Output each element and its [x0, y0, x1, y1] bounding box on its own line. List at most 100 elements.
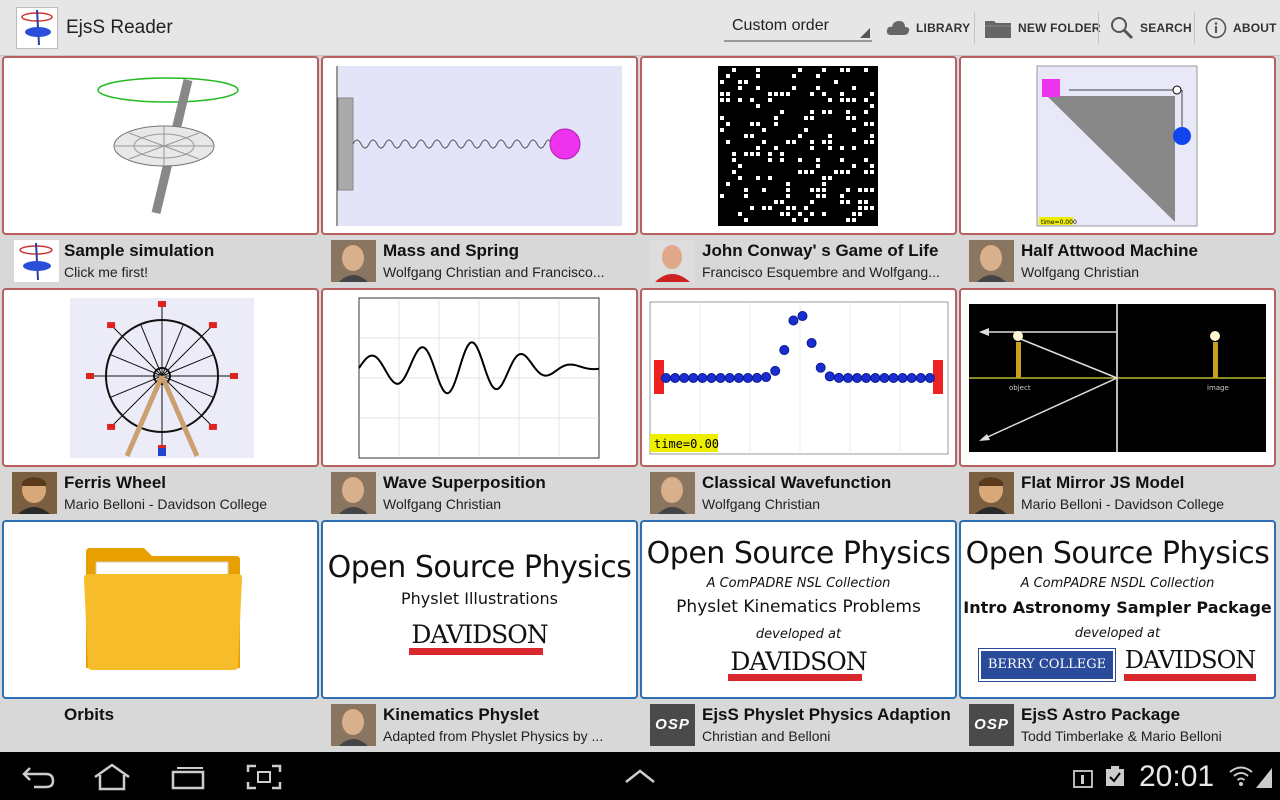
about-button[interactable]: ABOUT	[1205, 10, 1277, 46]
notification-icon[interactable]	[1072, 767, 1094, 789]
simulation-thumbnail[interactable]: time=0.00	[640, 288, 957, 467]
clipboard-check-icon[interactable]	[1104, 764, 1126, 788]
list-item[interactable]: John Conway' s Game of Life Francisco Es…	[640, 237, 957, 285]
list-item[interactable]: Kinematics Physlet Adapted from Physlet …	[321, 701, 638, 749]
osp-subtitle: Physlet Illustrations	[401, 589, 558, 608]
separator	[1194, 12, 1195, 44]
osp-collection-line: A ComPADRE NSL Collection	[706, 576, 891, 591]
davidson-logo-bar	[409, 648, 543, 655]
ejss-icon	[14, 240, 59, 282]
avatar	[331, 240, 376, 282]
simulation-thumbnail[interactable]	[321, 288, 638, 467]
simulation-thumbnail[interactable]	[2, 288, 319, 467]
library-button[interactable]: LIBRARY	[886, 10, 970, 46]
folder-icon	[985, 21, 1011, 38]
attwood-machine-thumbnail: time=0.000	[1036, 65, 1198, 227]
collection-thumbnail[interactable]: Open Source Physics A ComPADRE NSL Colle…	[640, 520, 957, 699]
simulation-thumbnail[interactable]: object image	[959, 288, 1276, 467]
list-item[interactable]: Classical Wavefunction Wolfgang Christia…	[640, 469, 957, 517]
new-folder-button[interactable]: NEW FOLDER	[984, 10, 1101, 46]
collection-thumbnail[interactable]: Open Source Physics Physlet Illustration…	[321, 520, 638, 699]
avatar	[650, 472, 695, 514]
clock: 20:01	[1139, 760, 1215, 793]
item-subtitle: Wolfgang Christian	[1021, 264, 1140, 280]
wifi-icon	[1229, 766, 1253, 786]
list-item[interactable]: OSP EjsS Astro Package Todd Timberlake &…	[959, 701, 1276, 749]
sort-order-select[interactable]: Custom order	[724, 14, 872, 42]
item-title: Kinematics Physlet	[383, 705, 539, 724]
collection-thumbnail[interactable]: Open Source Physics A ComPADRE NSDL Coll…	[959, 520, 1276, 699]
avatar	[12, 472, 57, 514]
sort-order-value: Custom order	[732, 17, 829, 34]
osp-collection-line: A ComPADRE NSDL Collection	[1020, 576, 1215, 591]
avatar	[331, 704, 376, 746]
item-subtitle: Adapted from Physlet Physics by ...	[383, 728, 604, 744]
osp-subtitle: Intro Astronomy Sampler Package	[963, 598, 1272, 617]
item-subtitle: Mario Belloni - Davidson College	[1021, 496, 1225, 512]
item-title: Wave Superposition	[383, 473, 546, 492]
davidson-logo-bar	[728, 674, 862, 681]
system-bar: 20:01	[0, 752, 1280, 800]
item-subtitle: Todd Timberlake & Mario Belloni	[1021, 728, 1222, 744]
app-icon[interactable]	[16, 7, 58, 49]
avatar	[969, 240, 1014, 282]
time-label: time=0.00	[654, 437, 719, 451]
list-item[interactable]: OSP EjsS Physlet Physics Adaption Christ…	[640, 701, 957, 749]
avatar	[331, 472, 376, 514]
item-subtitle: Wolfgang Christian	[383, 496, 502, 512]
new-folder-label: NEW FOLDER	[1018, 21, 1101, 35]
folder-thumbnail[interactable]	[2, 520, 319, 699]
recent-apps-icon[interactable]	[170, 764, 206, 790]
item-title: Half Attwood Machine	[1021, 241, 1198, 260]
back-icon[interactable]	[20, 764, 56, 790]
simulation-thumbnail[interactable]: time=0.000	[959, 56, 1276, 235]
list-item[interactable]: Orbits	[2, 701, 319, 749]
library-label: LIBRARY	[916, 21, 971, 35]
davidson-logo: DAVIDSON	[1124, 646, 1257, 674]
list-item[interactable]: Wave Superposition Wolfgang Christian	[321, 469, 638, 517]
item-title: EjsS Physlet Physics Adaption	[702, 705, 951, 724]
flat-mirror-thumbnail: object image	[969, 304, 1266, 452]
list-item[interactable]: Flat Mirror JS Model Mario Belloni - Dav…	[959, 469, 1276, 517]
item-title: John Conway' s Game of Life	[702, 241, 939, 260]
item-title: Ferris Wheel	[64, 473, 167, 492]
simulation-thumbnail[interactable]	[640, 56, 957, 235]
item-subtitle: Click me first!	[64, 264, 148, 280]
osp-title: Open Source Physics	[327, 550, 632, 585]
item-subtitle: Francisco Esquembre and Wolfgang...	[702, 264, 940, 280]
item-title: Mass and Spring	[383, 241, 520, 260]
osp-subtitle: Physlet Kinematics Problems	[676, 597, 921, 617]
folder-icon	[84, 548, 242, 670]
search-label: SEARCH	[1140, 21, 1192, 35]
classical-wavefunction-thumbnail: time=0.00	[649, 301, 949, 455]
davidson-logo-bar	[1124, 674, 1256, 681]
simulation-thumbnail[interactable]	[321, 56, 638, 235]
app-title: EjsS Reader	[66, 17, 173, 38]
search-button[interactable]: SEARCH	[1110, 10, 1192, 46]
davidson-logo: DAVIDSON	[730, 647, 867, 676]
wave-superposition-thumbnail	[358, 297, 600, 459]
separator	[1098, 12, 1099, 44]
screenshot-icon[interactable]	[246, 764, 282, 790]
list-item[interactable]: Half Attwood Machine Wolfgang Christian	[959, 237, 1276, 285]
spinning-top-thumbnail	[97, 77, 239, 215]
chevron-up-icon[interactable]	[624, 768, 656, 784]
ferris-wheel-thumbnail	[70, 298, 254, 458]
item-title: Orbits	[64, 705, 115, 724]
osp-developed-at: developed at	[755, 627, 842, 642]
mass-spring-thumbnail	[336, 66, 622, 226]
list-item[interactable]: Sample simulation Click me first!	[2, 237, 319, 285]
item-title: Flat Mirror JS Model	[1021, 473, 1185, 492]
list-item[interactable]: Ferris Wheel Mario Belloni - Davidson Co…	[2, 469, 319, 517]
simulation-thumbnail[interactable]	[2, 56, 319, 235]
home-icon[interactable]	[92, 763, 132, 791]
time-label: time=0.000	[1041, 219, 1077, 226]
list-item[interactable]: Mass and Spring Wolfgang Christian and F…	[321, 237, 638, 285]
item-subtitle: Wolfgang Christian	[702, 496, 821, 512]
avatar	[650, 240, 695, 282]
separator	[974, 12, 975, 44]
cloud-icon	[886, 21, 910, 35]
game-of-life-thumbnail	[718, 66, 878, 226]
osp-logo-icon: OSP	[650, 704, 695, 746]
item-title: Sample simulation	[64, 241, 215, 260]
